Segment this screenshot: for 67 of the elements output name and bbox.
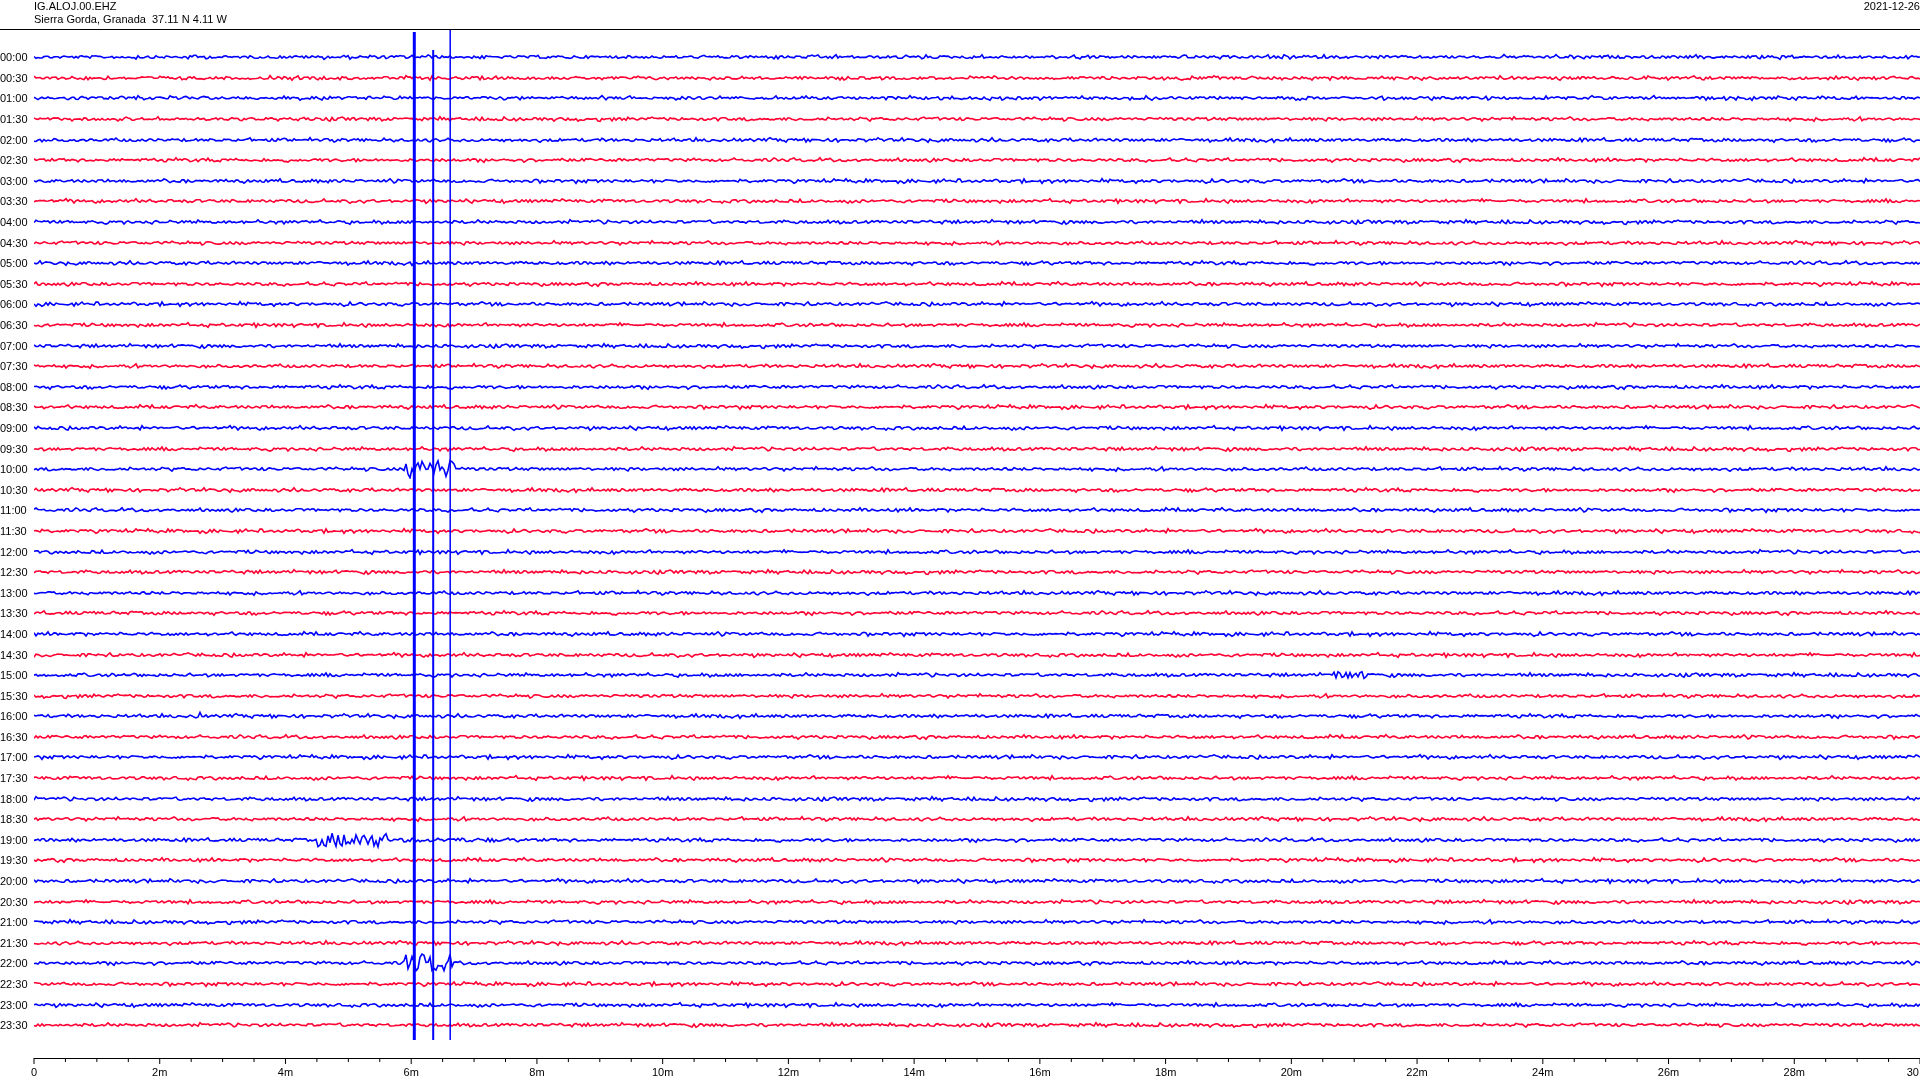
time-label: 11:00 bbox=[0, 504, 28, 517]
time-label: 12:00 bbox=[0, 545, 29, 558]
time-label: 16:00 bbox=[0, 710, 29, 723]
time-label: 10:00 bbox=[0, 463, 29, 476]
time-label: 12:30 bbox=[0, 566, 29, 579]
time-label: 02:30 bbox=[0, 154, 29, 167]
axis-tick-label: 26m bbox=[1657, 1066, 1680, 1078]
time-label: 20:30 bbox=[0, 895, 29, 908]
time-label: 21:30 bbox=[0, 936, 29, 949]
time-label: 04:00 bbox=[0, 216, 29, 229]
time-label: 09:00 bbox=[0, 422, 29, 434]
time-label: 10:30 bbox=[0, 483, 29, 496]
time-label: 00:00 bbox=[0, 51, 29, 64]
time-label: 17:30 bbox=[0, 772, 29, 785]
plot-date: 2021-12-26 bbox=[1863, 0, 1920, 13]
time-label: 19:30 bbox=[0, 854, 29, 867]
time-label: 09:30 bbox=[0, 442, 29, 455]
time-label: 22:30 bbox=[0, 978, 29, 990]
time-label: 05:00 bbox=[0, 257, 29, 270]
axis-tick-label: 18m bbox=[1154, 1066, 1177, 1078]
time-label: 02:00 bbox=[0, 133, 29, 146]
time-label: 14:30 bbox=[0, 648, 29, 661]
time-label: 01:00 bbox=[0, 92, 29, 105]
time-label: 18:30 bbox=[0, 813, 29, 826]
time-label: 13:00 bbox=[0, 586, 29, 599]
time-label: 18:00 bbox=[0, 792, 29, 805]
time-label: 03:30 bbox=[0, 195, 29, 208]
time-label: 11:30 bbox=[0, 524, 28, 537]
time-label: 01:30 bbox=[0, 113, 29, 126]
axis-tick-label: 4m bbox=[277, 1066, 294, 1078]
axis-tick-label: 8m bbox=[529, 1066, 545, 1078]
axis-tick-label: 28m bbox=[1783, 1066, 1805, 1078]
time-label: 15:00 bbox=[0, 669, 29, 682]
time-label: 19:00 bbox=[0, 833, 29, 846]
time-label: 21:00 bbox=[0, 916, 29, 929]
time-label: 20:00 bbox=[0, 875, 29, 888]
time-label: 23:00 bbox=[0, 998, 29, 1011]
time-label: 05:30 bbox=[0, 277, 29, 290]
time-label: 15:30 bbox=[0, 689, 29, 702]
time-label: 17:00 bbox=[0, 751, 29, 764]
axis-tick-label: 2m bbox=[152, 1066, 168, 1078]
axis-tick-label: 22m bbox=[1406, 1066, 1428, 1078]
time-label: 06:30 bbox=[0, 319, 29, 331]
axis-tick-label: 16m bbox=[1029, 1066, 1051, 1078]
axis-tick-label: 10m bbox=[651, 1066, 674, 1078]
station-location: Sierra Gorda, Granada 37.11 N 4.11 W bbox=[34, 13, 227, 26]
axis-tick-label: 0 bbox=[31, 1066, 38, 1078]
time-label: 07:00 bbox=[0, 339, 29, 352]
time-label: 06:00 bbox=[0, 298, 29, 311]
time-label: 04:30 bbox=[0, 236, 29, 249]
time-label: 08:30 bbox=[0, 401, 29, 414]
time-label: 16:30 bbox=[0, 730, 29, 743]
time-label: 14:00 bbox=[0, 627, 29, 640]
axis-tick-label: 24m bbox=[1532, 1066, 1554, 1078]
time-label: 07:30 bbox=[0, 360, 29, 373]
time-label: 23:30 bbox=[0, 1019, 29, 1032]
station-code: IG.ALOJ.00.EHZ bbox=[34, 0, 118, 13]
axis-tick-label: 12m bbox=[777, 1066, 800, 1078]
time-label: 13:30 bbox=[0, 607, 29, 620]
time-label: 03:00 bbox=[0, 174, 29, 187]
time-label: 00:30 bbox=[0, 71, 29, 84]
time-label: 22:00 bbox=[0, 957, 29, 970]
axis-tick-label: 14m bbox=[903, 1066, 925, 1078]
axis-tick-label: 20m bbox=[1280, 1066, 1303, 1078]
axis-tick-label: 6m bbox=[403, 1066, 419, 1078]
axis-tick-label: 30 bbox=[1906, 1066, 1919, 1078]
time-label: 08:00 bbox=[0, 380, 29, 393]
